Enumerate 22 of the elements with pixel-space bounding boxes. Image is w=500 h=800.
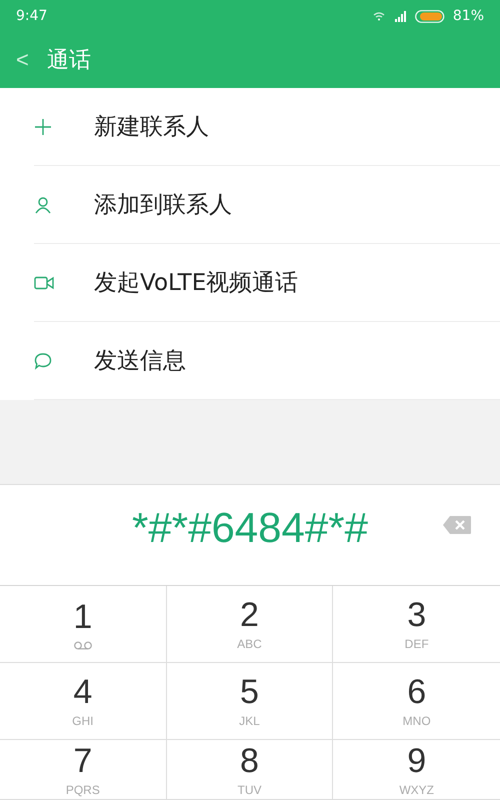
video-camera-icon: [34, 276, 54, 290]
keypad-key[interactable]: 8 TUV: [166, 740, 334, 800]
dialed-number: *#*#6484#*#: [132, 504, 368, 552]
voicemail-icon: [72, 640, 93, 650]
keypad-key[interactable]: 5 JKL: [166, 663, 334, 740]
menu-item[interactable]: 发起VoLTE视频通话: [34, 244, 500, 322]
keypad-key[interactable]: 2 ABC: [166, 586, 334, 663]
speech-bubble-icon: [34, 352, 52, 370]
keypad-key[interactable]: 1: [0, 586, 167, 663]
backspace-button[interactable]: [442, 515, 472, 535]
plus-icon: [34, 118, 52, 136]
signal-icon: [392, 10, 407, 22]
keypad-key[interactable]: 7 PQRS: [0, 740, 167, 800]
menu-item[interactable]: 添加到联系人: [34, 166, 500, 244]
battery-percent: 81%: [452, 8, 484, 24]
menu-item[interactable]: 新建联系人: [34, 88, 500, 166]
page-title: 通话: [46, 47, 91, 75]
battery-icon: [414, 10, 445, 22]
wifi-icon: [372, 11, 385, 21]
keypad-key[interactable]: 4 GHI: [0, 663, 167, 740]
person-icon: [34, 196, 52, 214]
status-time: 9:47: [16, 8, 48, 24]
